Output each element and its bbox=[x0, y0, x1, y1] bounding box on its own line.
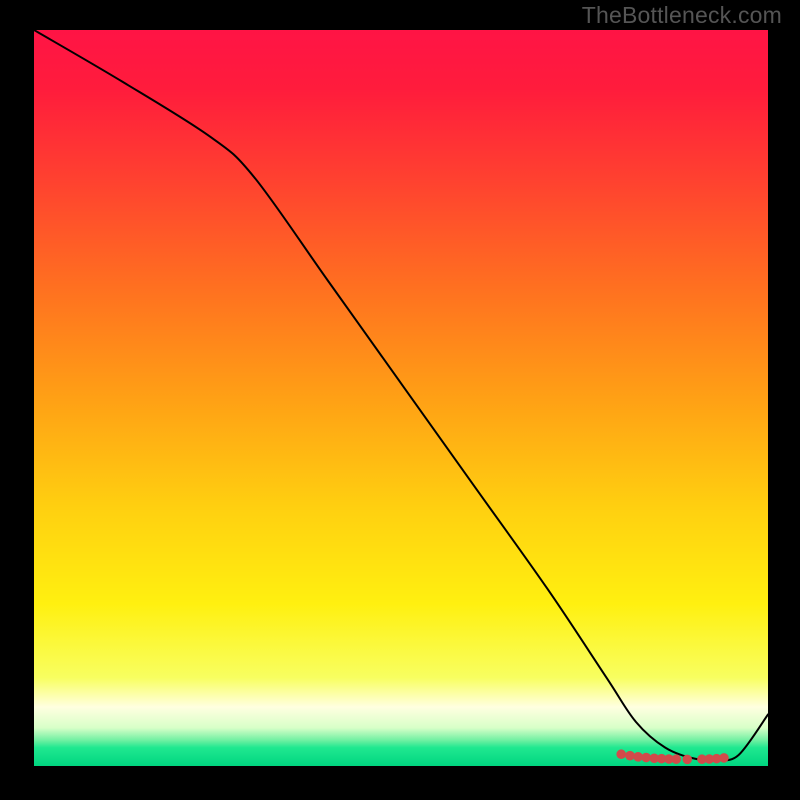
gradient-background bbox=[34, 30, 768, 766]
chart-svg bbox=[34, 30, 768, 766]
marker-dot bbox=[719, 753, 729, 763]
chart-frame: TheBottleneck.com bbox=[0, 0, 800, 800]
marker-dot bbox=[682, 755, 692, 765]
marker-dot bbox=[616, 749, 626, 759]
marker-dot bbox=[671, 754, 681, 764]
marker-dot bbox=[625, 751, 635, 761]
plot-area bbox=[34, 30, 768, 766]
attribution-text: TheBottleneck.com bbox=[582, 2, 782, 29]
